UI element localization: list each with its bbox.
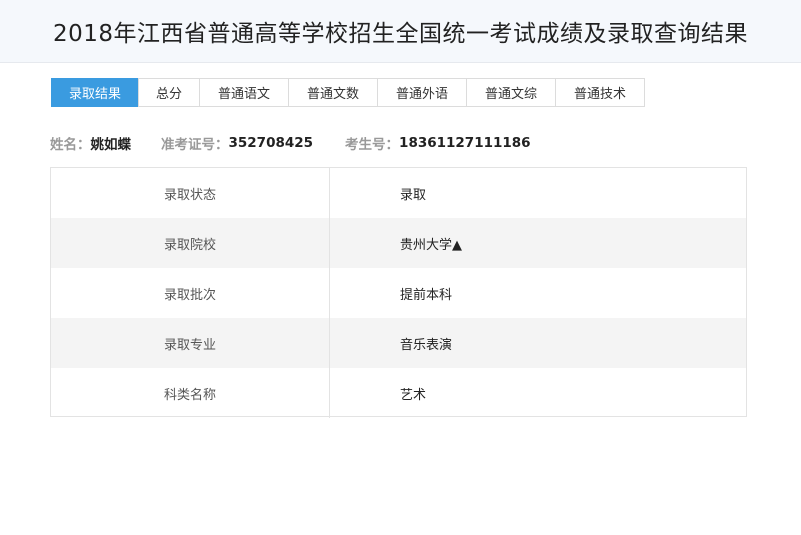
ticket-label: 准考证号： bbox=[161, 137, 229, 153]
table-row: 录取院校 贵州大学▲ bbox=[51, 218, 746, 268]
exam-number-value: 18361127111186 bbox=[399, 135, 531, 151]
tab-chinese[interactable]: 普通语文 bbox=[199, 78, 289, 107]
row-key: 录取院校 bbox=[51, 218, 330, 268]
row-value: 提前本科 bbox=[400, 287, 453, 303]
table-row: 录取状态 录取 bbox=[51, 168, 746, 218]
row-key: 录取状态 bbox=[51, 168, 330, 218]
row-key: 录取批次 bbox=[51, 268, 330, 318]
page-title: 2018年江西省普通高等学校招生全国统一考试成绩及录取查询结果 bbox=[52, 21, 749, 47]
row-value: 音乐表演 bbox=[400, 337, 453, 353]
table-row: 录取批次 提前本科 bbox=[51, 268, 746, 318]
tab-liberal-comprehensive[interactable]: 普通文综 bbox=[466, 78, 556, 107]
row-key: 录取专业 bbox=[51, 318, 330, 368]
candidate-info: 姓名： 姚如蝶 准考证号： 352708425 考生号： 18361127111… bbox=[50, 134, 531, 153]
tab-foreign-language[interactable]: 普通外语 bbox=[377, 78, 467, 107]
tab-liberal-math[interactable]: 普通文数 bbox=[288, 78, 378, 107]
row-value: 贵州大学▲ bbox=[400, 237, 462, 253]
name-value: 姚如蝶 bbox=[90, 137, 132, 153]
tab-technology[interactable]: 普通技术 bbox=[555, 78, 645, 107]
table-row: 科类名称 艺术 bbox=[51, 368, 746, 418]
table-row: 录取专业 音乐表演 bbox=[51, 318, 746, 368]
admission-table: 录取状态 录取 录取院校 贵州大学▲ 录取批次 提前本科 录取专业 音乐表演 科… bbox=[50, 167, 747, 418]
row-value: 艺术 bbox=[400, 387, 427, 403]
row-key: 科类名称 bbox=[51, 368, 330, 418]
result-tabs: 录取结果 总分 普通语文 普通文数 普通外语 普通文综 普通技术 bbox=[51, 78, 645, 107]
exam-number-label: 考生号： bbox=[345, 137, 400, 153]
ticket-value: 352708425 bbox=[228, 135, 314, 151]
name-label: 姓名： bbox=[50, 137, 91, 153]
tab-total-score[interactable]: 总分 bbox=[138, 78, 200, 107]
tab-admission-result[interactable]: 录取结果 bbox=[51, 78, 139, 107]
row-value: 录取 bbox=[400, 187, 427, 203]
page-header: 2018年江西省普通高等学校招生全国统一考试成绩及录取查询结果 bbox=[0, 0, 801, 63]
